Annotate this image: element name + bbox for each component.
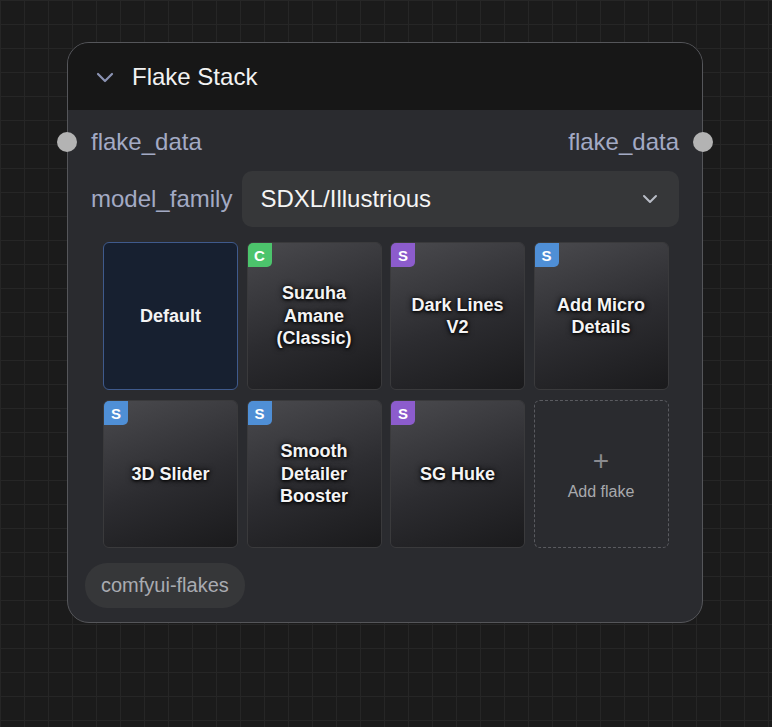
- collapse-chevron-icon[interactable]: [92, 64, 118, 90]
- card-label: Add Micro Details: [535, 294, 668, 339]
- flake-badge: C: [248, 243, 272, 267]
- flake-badge: S: [104, 401, 128, 425]
- flake-badge: S: [391, 401, 415, 425]
- source-pill: comfyui-flakes: [85, 563, 245, 608]
- model-family-row: model_family SDXL/Illustrious: [91, 171, 679, 227]
- node-body: flake_data flake_data model_family SDXL/…: [68, 110, 702, 622]
- default-card[interactable]: Default: [103, 242, 238, 390]
- flake-badge: S: [248, 401, 272, 425]
- dropdown-chevron-icon: [639, 188, 661, 210]
- input-label: flake_data: [91, 128, 202, 156]
- flake-card[interactable]: S Dark Lines V2: [390, 242, 525, 390]
- card-label: Smooth Detailer Booster: [248, 440, 381, 508]
- card-label: 3D Slider: [123, 463, 217, 486]
- card-label: Dark Lines V2: [391, 294, 524, 339]
- output-socket-icon[interactable]: [693, 132, 713, 152]
- node-title: Flake Stack: [132, 63, 257, 91]
- input-socket-icon[interactable]: [57, 132, 77, 152]
- flake-card[interactable]: S Add Micro Details: [534, 242, 669, 390]
- flake-badge: S: [391, 243, 415, 267]
- add-flake-label: Add flake: [568, 483, 635, 501]
- model-family-label: model_family: [91, 185, 232, 213]
- flake-stack-node[interactable]: Flake Stack flake_data flake_data model_…: [67, 42, 703, 623]
- card-label: SG Huke: [412, 463, 503, 486]
- flake-grid: Default C Suzuha Amane (Classic) S Dark …: [103, 242, 679, 548]
- flake-card[interactable]: S Smooth Detailer Booster: [247, 400, 382, 548]
- output-label: flake_data: [568, 128, 679, 156]
- socket-row: flake_data flake_data: [91, 126, 679, 158]
- card-label: Suzuha Amane (Classic): [248, 282, 381, 350]
- flake-badge: S: [535, 243, 559, 267]
- plus-icon: +: [593, 447, 609, 475]
- graph-canvas[interactable]: Flake Stack flake_data flake_data model_…: [0, 0, 772, 727]
- flake-card[interactable]: C Suzuha Amane (Classic): [247, 242, 382, 390]
- add-flake-card[interactable]: + Add flake: [534, 400, 669, 548]
- dropdown-value: SDXL/Illustrious: [260, 185, 431, 213]
- flake-card[interactable]: S SG Huke: [390, 400, 525, 548]
- footer-row: comfyui-flakes: [85, 563, 679, 608]
- flake-card[interactable]: S 3D Slider: [103, 400, 238, 548]
- model-family-dropdown[interactable]: SDXL/Illustrious: [242, 171, 679, 227]
- card-label: Default: [132, 305, 209, 328]
- node-header[interactable]: Flake Stack: [68, 43, 702, 110]
